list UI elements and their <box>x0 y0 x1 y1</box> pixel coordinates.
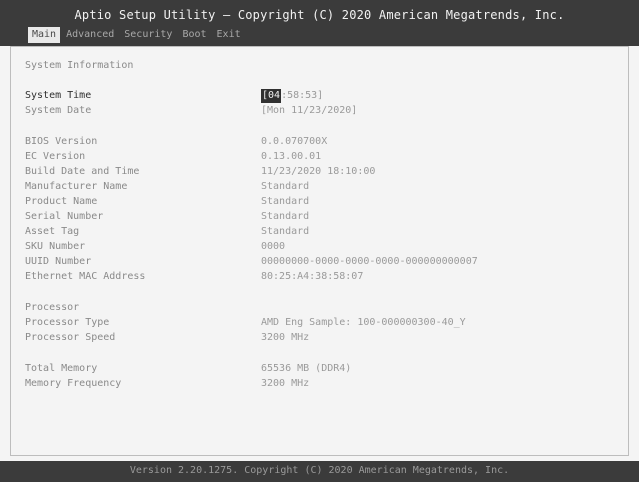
build-date-label: Build Date and Time <box>25 166 140 177</box>
processor-type-label: Processor Type <box>25 317 110 328</box>
uuid-number-value: 00000000-0000-0000-0000-000000000007 <box>261 256 478 267</box>
system-time-cursor[interactable]: [04 <box>261 89 282 103</box>
header-bar: Aptio Setup Utility – Copyright (C) 2020… <box>0 0 639 46</box>
processor-type-value: AMD Eng Sample: 100-000000300-40_Y <box>261 317 466 328</box>
ec-version-value: 0.13.00.01 <box>261 151 322 162</box>
bios-setup-screen: Aptio Setup Utility – Copyright (C) 2020… <box>0 0 639 482</box>
menu-tabs: Main Advanced Security Boot Exit <box>28 27 247 43</box>
tab-advanced[interactable]: Advanced <box>62 27 118 43</box>
memory-frequency-value: 3200 MHz <box>261 378 310 389</box>
system-time-value[interactable]: [04:58:53] <box>261 89 323 103</box>
tab-boot[interactable]: Boot <box>178 27 210 43</box>
build-date-value: 11/23/2020 18:10:00 <box>261 166 376 177</box>
main-panel: System Information System Time [04:58:53… <box>10 46 629 456</box>
uuid-number-label: UUID Number <box>25 256 92 267</box>
manufacturer-label: Manufacturer Name <box>25 181 128 192</box>
system-date-value[interactable]: [Mon 11/23/2020] <box>261 104 357 118</box>
total-memory-label: Total Memory <box>25 363 98 374</box>
sku-number-value: 0000 <box>261 241 286 252</box>
total-memory-value: 65536 MB (DDR4) <box>261 363 352 374</box>
processor-heading: Processor <box>25 302 80 313</box>
system-date-label: System Date <box>25 105 92 116</box>
tab-security[interactable]: Security <box>120 27 176 43</box>
system-time-rest: :58:53] <box>281 90 324 101</box>
memory-frequency-label: Memory Frequency <box>25 378 122 389</box>
footer-bar: Version 2.20.1275. Copyright (C) 2020 Am… <box>0 461 639 482</box>
system-information-heading: System Information <box>25 60 134 71</box>
asset-tag-value: Standard <box>261 226 310 237</box>
tab-main[interactable]: Main <box>28 27 61 43</box>
mac-address-label: Ethernet MAC Address <box>25 271 146 282</box>
ec-version-label: EC Version <box>25 151 86 162</box>
manufacturer-value: Standard <box>261 181 310 192</box>
tab-exit[interactable]: Exit <box>213 27 245 43</box>
product-name-label: Product Name <box>25 196 98 207</box>
version-footer-text: Version 2.20.1275. Copyright (C) 2020 Am… <box>129 465 510 476</box>
serial-number-value: Standard <box>261 211 310 222</box>
serial-number-label: Serial Number <box>25 211 104 222</box>
mac-address-value: 80:25:A4:38:58:07 <box>261 271 364 282</box>
bios-version-value: 0.0.070700X <box>261 136 328 147</box>
sku-number-label: SKU Number <box>25 241 86 252</box>
system-time-label: System Time <box>25 90 92 101</box>
asset-tag-label: Asset Tag <box>25 226 80 237</box>
processor-speed-label: Processor Speed <box>25 332 116 343</box>
processor-speed-value: 3200 MHz <box>261 332 310 343</box>
bios-version-label: BIOS Version <box>25 136 98 147</box>
product-name-value: Standard <box>261 196 310 207</box>
utility-title: Aptio Setup Utility – Copyright (C) 2020… <box>74 8 565 22</box>
